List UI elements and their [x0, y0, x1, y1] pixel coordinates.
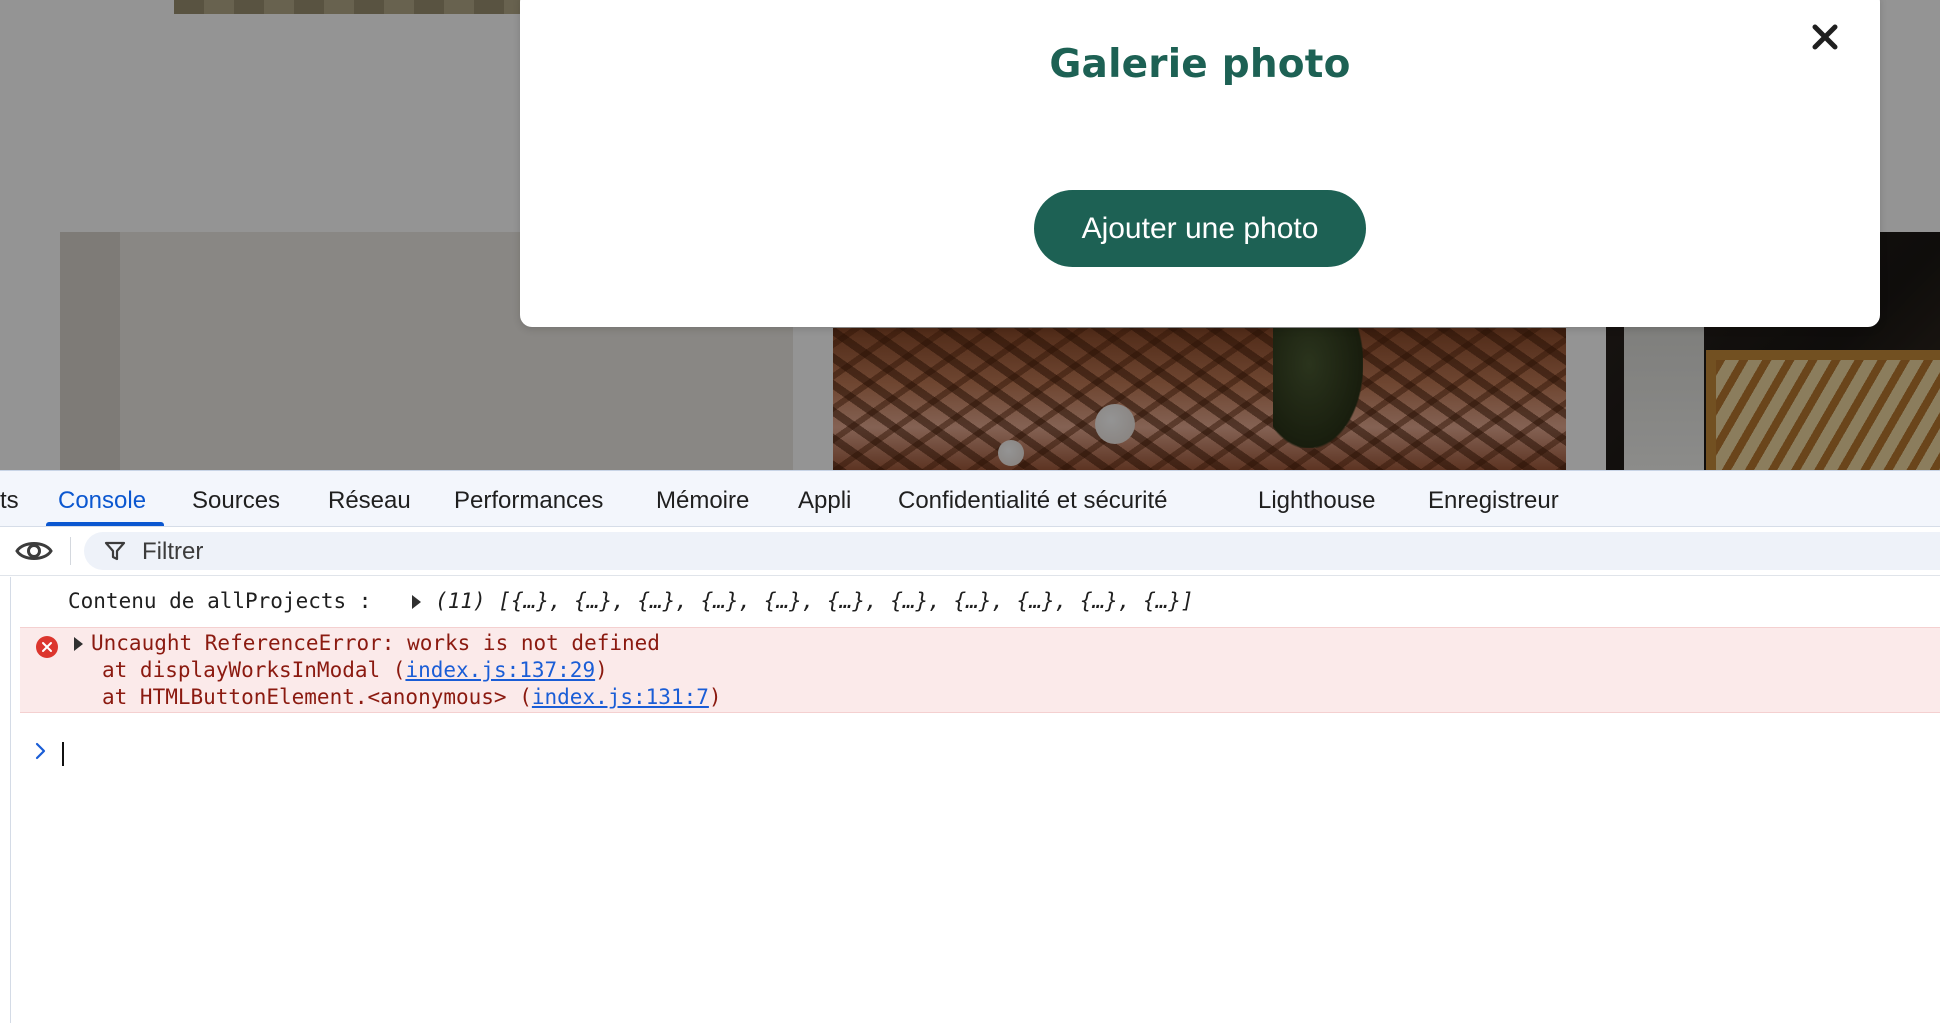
toolbar-divider: [70, 537, 71, 565]
close-icon[interactable]: [1808, 20, 1842, 54]
tab-recorder[interactable]: Enregistreur: [1428, 471, 1559, 526]
page-viewport: Galerie photo Ajouter une photo: [0, 0, 1940, 470]
devtools-panel: ts Console Sources Réseau Performances M…: [0, 470, 1940, 1023]
tab-lighthouse[interactable]: Lighthouse: [1258, 471, 1375, 526]
tab-privacy-security[interactable]: Confidentialité et sécurité: [898, 471, 1167, 526]
stack-frame: at HTMLButtonElement.<anonymous> (index.…: [74, 684, 722, 711]
error-text: Uncaught ReferenceError: works is not de…: [74, 630, 722, 711]
console-log-entry: Contenu de allProjects : (11) [{…}, {…},…: [68, 589, 1194, 613]
tab-elements[interactable]: ts: [0, 471, 19, 526]
text-caret: [62, 742, 64, 766]
modal-title: Galerie photo: [1049, 42, 1351, 87]
photo-gallery-modal: Galerie photo Ajouter une photo: [520, 0, 1880, 327]
stack-frame-text: at displayWorksInModal (: [102, 658, 406, 682]
console-output[interactable]: Contenu de allProjects : (11) [{…}, {…},…: [0, 577, 1940, 1023]
tab-sources[interactable]: Sources: [192, 471, 280, 526]
add-photo-button[interactable]: Ajouter une photo: [1034, 190, 1366, 267]
console-toolbar: [0, 527, 1940, 576]
stack-frame-text: at HTMLButtonElement.<anonymous> (: [102, 685, 532, 709]
tab-memory[interactable]: Mémoire: [656, 471, 749, 526]
expand-triangle-icon[interactable]: [74, 637, 83, 651]
error-message: Uncaught ReferenceError: works is not de…: [91, 631, 660, 655]
source-link[interactable]: index.js:131:7: [532, 685, 709, 709]
stack-frame-text: ): [708, 685, 722, 709]
tab-performance[interactable]: Performances: [454, 471, 603, 526]
eye-icon[interactable]: [14, 536, 54, 566]
filter-input[interactable]: [140, 532, 744, 572]
tab-console[interactable]: Console: [45, 471, 165, 526]
devtools-tab-bar: ts Console Sources Réseau Performances M…: [0, 471, 1940, 527]
log-array-preview[interactable]: (11) [{…}, {…}, {…}, {…}, {…}, {…}, {…},…: [435, 589, 1194, 613]
tab-network[interactable]: Réseau: [328, 471, 411, 526]
prompt-chevron-icon: [34, 741, 48, 761]
stack-frame-text: ): [595, 658, 608, 682]
expand-triangle-icon[interactable]: [412, 595, 422, 609]
source-link[interactable]: index.js:137:29: [405, 658, 595, 682]
filter-bar[interactable]: [84, 532, 1940, 572]
console-gutter: [10, 577, 11, 1023]
tab-application[interactable]: Appli: [798, 471, 851, 526]
filter-icon: [104, 540, 126, 562]
console-error-entry: Uncaught ReferenceError: works is not de…: [20, 627, 1940, 713]
stack-frame: at displayWorksInModal (index.js:137:29): [74, 657, 722, 684]
log-label: Contenu de allProjects :: [68, 589, 372, 613]
error-icon: [36, 636, 58, 658]
